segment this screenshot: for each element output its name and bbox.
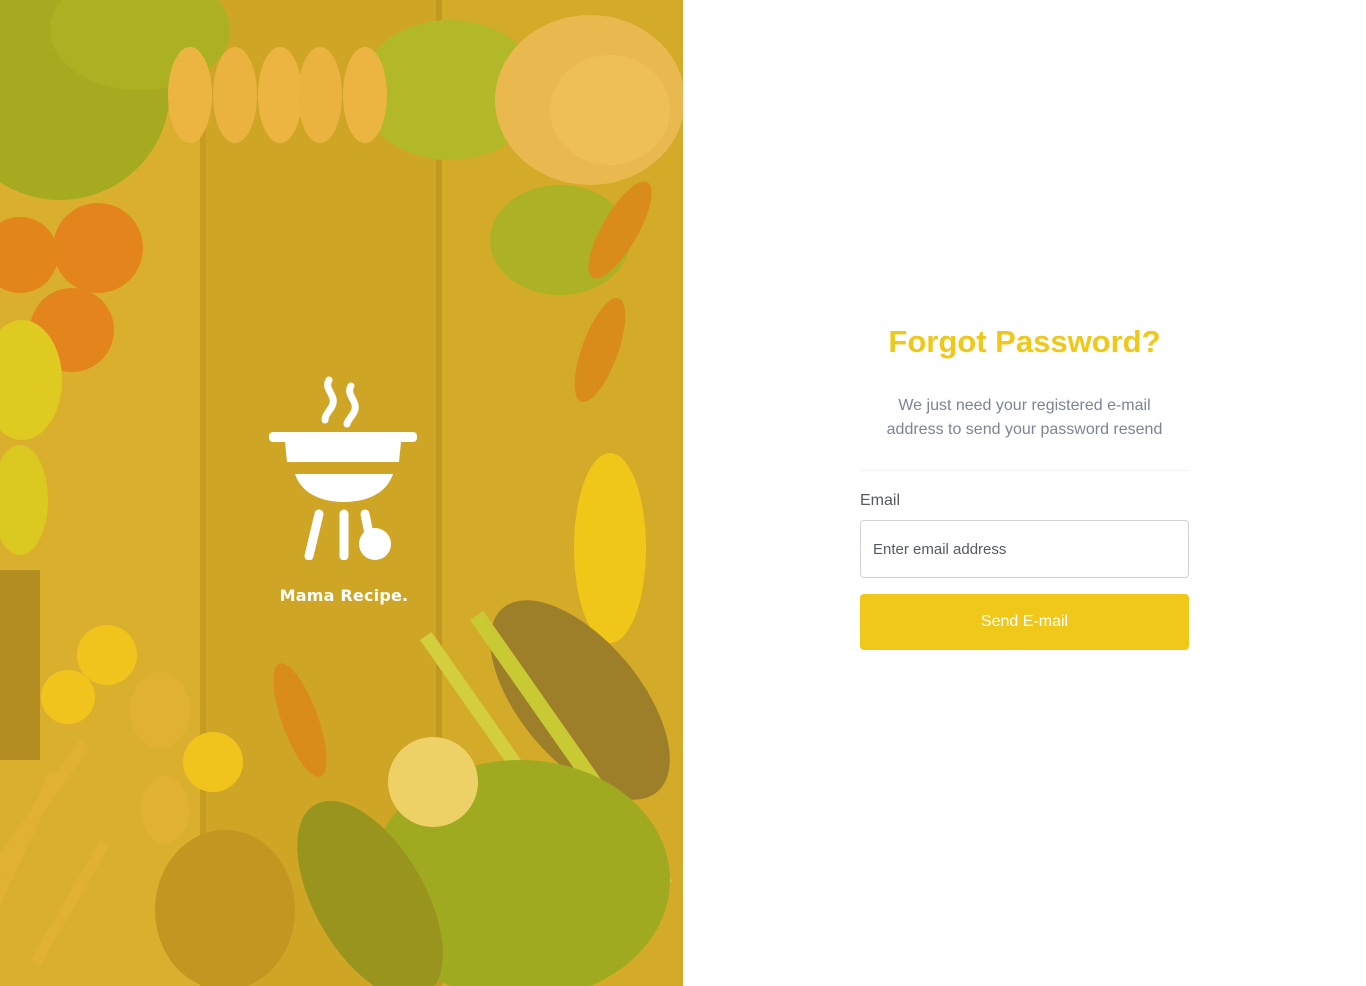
page-subtitle: We just need your registered e-mail addr… — [886, 397, 1163, 438]
divider — [860, 470, 1189, 471]
barbecue-grill-icon — [269, 376, 417, 560]
email-label: Email — [860, 492, 901, 509]
page-title: Forgot Password? — [888, 324, 1161, 359]
forgot-password-form: Forgot Password? We just need your regis… — [860, 320, 1189, 650]
brand-name: Mama Recipe. — [279, 586, 409, 605]
email-input[interactable] — [860, 520, 1189, 578]
brand-logo: Mama Recipe. — [254, 376, 434, 605]
send-email-button[interactable]: Send E-mail — [860, 594, 1189, 650]
hero-image-panel: Mama Recipe. — [0, 0, 683, 986]
